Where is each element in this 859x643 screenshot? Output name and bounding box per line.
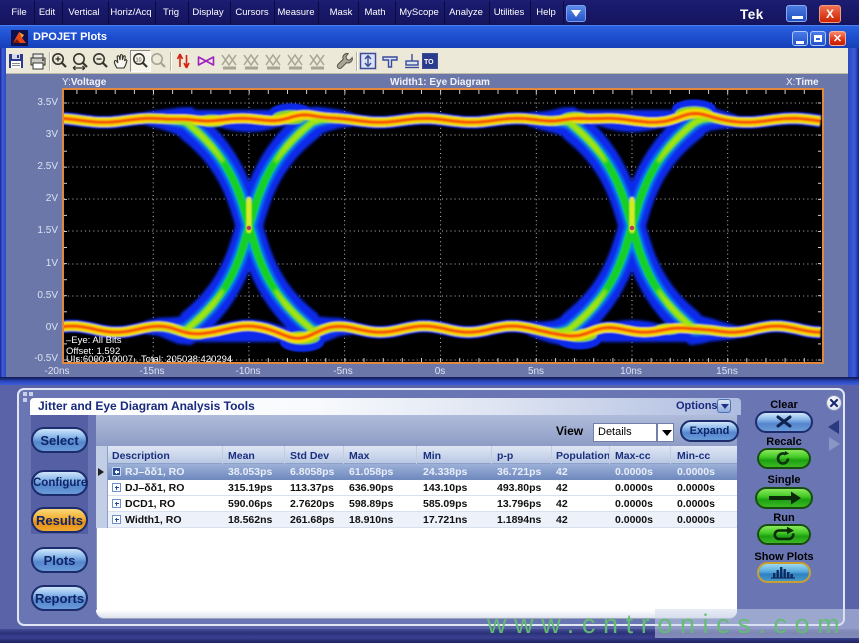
svg-text:TO: TO bbox=[424, 59, 434, 66]
svg-text:10: 10 bbox=[136, 58, 142, 64]
